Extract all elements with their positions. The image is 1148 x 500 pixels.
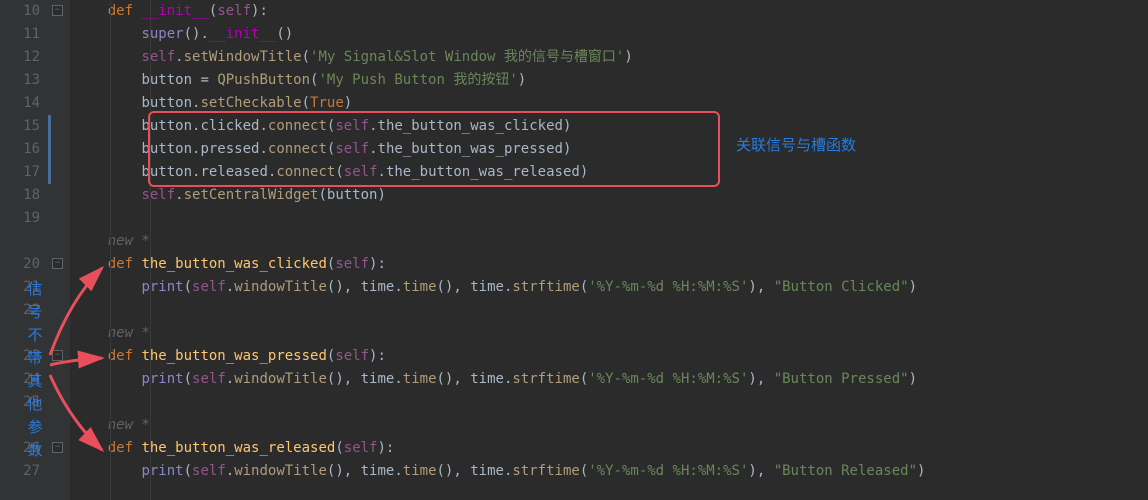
annotation-label-left: 信 号 不 带 其 他 参 数 bbox=[24, 278, 46, 462]
line-number[interactable]: 12 bbox=[0, 46, 40, 69]
inlay-hint: new * bbox=[74, 230, 1148, 253]
line-number[interactable]: 19 bbox=[0, 207, 40, 230]
line-number[interactable]: 11 bbox=[0, 23, 40, 46]
change-marker bbox=[48, 138, 51, 161]
fold-toggle-icon[interactable]: − bbox=[52, 258, 63, 269]
inlay-hint: new * bbox=[74, 322, 1148, 345]
line-number[interactable]: 10 bbox=[0, 0, 40, 23]
code-line[interactable]: button.pressed.connect(self.the_button_w… bbox=[74, 138, 1148, 161]
code-line[interactable]: def __init__(self): bbox=[74, 0, 1148, 23]
annotation-label-right: 关联信号与槽函数 bbox=[736, 134, 856, 157]
fold-column: − − − − bbox=[46, 0, 70, 500]
code-line[interactable]: self.setCentralWidget(button) bbox=[74, 184, 1148, 207]
code-line[interactable] bbox=[74, 299, 1148, 322]
code-line[interactable]: self.setWindowTitle('My Signal&Slot Wind… bbox=[74, 46, 1148, 69]
line-number[interactable]: 18 bbox=[0, 184, 40, 207]
code-line[interactable]: button.released.connect(self.the_button_… bbox=[74, 161, 1148, 184]
code-line[interactable]: def the_button_was_released(self): bbox=[74, 437, 1148, 460]
code-line[interactable]: print(self.windowTitle(), time.time(), t… bbox=[74, 368, 1148, 391]
fold-toggle-icon[interactable]: − bbox=[52, 350, 63, 361]
code-line[interactable]: super().__init__() bbox=[74, 23, 1148, 46]
inlay-hint: new * bbox=[74, 414, 1148, 437]
line-number[interactable]: 20 bbox=[0, 253, 40, 276]
fold-toggle-icon[interactable]: − bbox=[52, 5, 63, 16]
code-line[interactable]: def the_button_was_clicked(self): bbox=[74, 253, 1148, 276]
code-line[interactable]: button = QPushButton('My Push Button 我的按… bbox=[74, 69, 1148, 92]
code-area[interactable]: def __init__(self): super().__init__() s… bbox=[70, 0, 1148, 500]
code-line[interactable]: print(self.windowTitle(), time.time(), t… bbox=[74, 276, 1148, 299]
change-marker bbox=[48, 115, 51, 138]
line-number[interactable]: 17 bbox=[0, 161, 40, 184]
line-number[interactable]: 16 bbox=[0, 138, 40, 161]
code-line[interactable]: def the_button_was_pressed(self): bbox=[74, 345, 1148, 368]
line-number[interactable]: 14 bbox=[0, 92, 40, 115]
code-line[interactable]: print(self.windowTitle(), time.time(), t… bbox=[74, 460, 1148, 483]
line-number[interactable]: 13 bbox=[0, 69, 40, 92]
fold-toggle-icon[interactable]: − bbox=[52, 442, 63, 453]
code-line[interactable]: button.clicked.connect(self.the_button_w… bbox=[74, 115, 1148, 138]
code-line[interactable] bbox=[74, 207, 1148, 230]
line-number[interactable]: 27 bbox=[0, 460, 40, 483]
code-line[interactable]: button.setCheckable(True) bbox=[74, 92, 1148, 115]
code-line[interactable] bbox=[74, 391, 1148, 414]
line-number[interactable] bbox=[0, 230, 40, 253]
code-editor: 10 11 12 13 14 15 16 17 18 19 20 21 22 2… bbox=[0, 0, 1148, 500]
change-marker bbox=[48, 161, 51, 184]
line-number[interactable]: 15 bbox=[0, 115, 40, 138]
